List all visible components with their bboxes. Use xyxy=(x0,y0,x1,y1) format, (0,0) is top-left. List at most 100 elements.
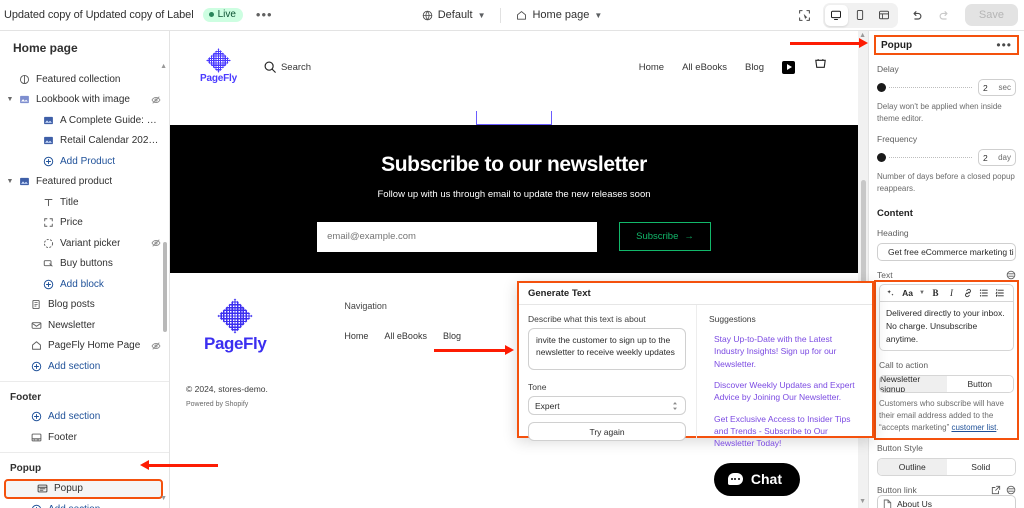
heading-input[interactable]: Get free eCommerce marketing ti xyxy=(877,243,1016,261)
live-label: Live xyxy=(217,9,236,20)
link-icon[interactable] xyxy=(960,286,975,300)
chevron-down-icon[interactable]: ▼ xyxy=(4,96,16,103)
sidebar-item-a-complete-guide-how-to-se[interactable]: A Complete Guide: How To Se... xyxy=(0,110,169,131)
variant-icon xyxy=(40,238,56,249)
button-link-input[interactable]: About Us xyxy=(877,495,1016,508)
footer-powered-by[interactable]: Powered by Shopify xyxy=(186,401,248,408)
newsletter-section[interactable]: Subscribe to our newsletter Follow up wi… xyxy=(170,125,858,273)
sidebar-item-popup-selected[interactable]: Popup xyxy=(4,478,163,499)
sidebar-item-add-product[interactable]: Add Product xyxy=(0,151,169,172)
frequency-slider[interactable] xyxy=(877,153,972,163)
sidebar-item-buy-buttons[interactable]: Buy buttons xyxy=(0,254,169,275)
desktop-view-button[interactable] xyxy=(824,4,848,26)
font-size-icon[interactable]: Aa xyxy=(899,286,916,300)
undo-button[interactable] xyxy=(904,3,929,28)
sidebar-item-variant-picker[interactable]: Variant picker xyxy=(0,233,169,254)
hidden-eye-icon[interactable] xyxy=(151,341,161,351)
cta-option-newsletter-signup[interactable]: Newsletter signup xyxy=(880,376,947,393)
button-style-option-solid[interactable]: Solid xyxy=(946,459,1015,476)
delay-slider[interactable] xyxy=(877,83,972,93)
sidebar-item-newsletter[interactable]: Newsletter xyxy=(0,315,169,336)
sidebar-item-partial[interactable] xyxy=(0,62,169,69)
sidebar-item-popup-add-section[interactable]: Add section xyxy=(0,500,169,508)
theme-selector[interactable]: Default ▼ xyxy=(417,6,491,24)
header-search[interactable]: Search xyxy=(263,60,311,74)
delay-slider-knob[interactable] xyxy=(877,83,886,92)
sidebar-item-blog-posts[interactable]: Blog posts xyxy=(0,295,169,316)
fullscreen-view-button[interactable] xyxy=(873,5,896,26)
sidebar-item-label: Price xyxy=(60,217,83,229)
newsletter-subscribe-button[interactable]: Subscribe → xyxy=(619,222,711,251)
dynamic-source-icon[interactable] xyxy=(1006,270,1016,280)
scroll-down-arrow-icon[interactable]: ▼ xyxy=(160,495,167,502)
footer-link-all-ebooks[interactable]: All eBooks xyxy=(384,331,427,341)
magic-icon[interactable] xyxy=(883,286,898,300)
hidden-eye-icon[interactable] xyxy=(151,95,161,105)
sidebar-item-add-block[interactable]: Add block xyxy=(0,274,169,295)
tone-select[interactable]: Expert xyxy=(528,396,686,415)
bold-icon[interactable]: B xyxy=(928,286,943,300)
image-icon xyxy=(40,135,56,146)
suggestion-item[interactable]: Get Exclusive Access to Insider Tips and… xyxy=(709,413,863,450)
nav-link-all-ebooks[interactable]: All eBooks xyxy=(682,62,727,73)
cart-icon[interactable] xyxy=(813,57,828,77)
mobile-view-button[interactable] xyxy=(849,5,872,26)
sidebar-item-add-section[interactable]: Add section xyxy=(0,356,169,377)
suggestion-item[interactable]: Discover Weekly Updates and Expert Advic… xyxy=(709,379,863,404)
sidebar-item-price[interactable]: Price xyxy=(0,213,169,234)
dynamic-source-icon[interactable] xyxy=(1006,485,1016,495)
popup-settings-more-button[interactable]: ••• xyxy=(996,39,1012,51)
try-again-button[interactable]: Try again xyxy=(528,422,686,441)
chevron-down-icon[interactable]: ▼ xyxy=(4,178,16,185)
footer-link-home[interactable]: Home xyxy=(344,331,368,341)
frequency-slider-knob[interactable] xyxy=(877,153,886,162)
store-logo[interactable]: PageFly xyxy=(200,48,237,84)
save-button[interactable]: Save xyxy=(964,4,1018,26)
numbered-list-icon[interactable] xyxy=(992,286,1007,300)
scroll-up-arrow-icon[interactable]: ▲ xyxy=(160,63,167,70)
sidebar-scroll-thumb[interactable] xyxy=(163,242,167,332)
suggestion-item[interactable]: Stay Up-to-Date with the Latest Industry… xyxy=(709,333,863,370)
sidebar-item-retail-calendar-2023-the-ulti[interactable]: Retail Calendar 2023: The Ulti... xyxy=(0,131,169,152)
hidden-eye-icon[interactable] xyxy=(151,238,161,248)
footer-link-blog[interactable]: Blog xyxy=(443,331,461,341)
footer-logo[interactable]: PageFly xyxy=(204,298,267,354)
plus-circle-icon xyxy=(28,361,44,372)
redo-button[interactable] xyxy=(932,3,957,28)
popup-settings-header: Popup ••• xyxy=(874,35,1019,55)
rich-text-toolbar: Aa ▼ B I xyxy=(879,284,1014,302)
arrow-right-icon: → xyxy=(684,231,694,242)
external-link-icon[interactable] xyxy=(991,485,1001,495)
cta-option-button[interactable]: Button xyxy=(946,376,1013,393)
delay-value-input[interactable]: 2 sec xyxy=(978,79,1016,96)
italic-icon[interactable]: I xyxy=(944,286,959,300)
sidebar-item-featured-collection[interactable]: Featured collection xyxy=(0,69,169,90)
text-editor-content[interactable]: Delivered directly to your inbox. No cha… xyxy=(879,302,1014,352)
button-style-option-outline[interactable]: Outline xyxy=(878,459,947,476)
bullet-list-icon[interactable] xyxy=(976,286,991,300)
youtube-icon[interactable] xyxy=(782,60,795,74)
live-dot-icon xyxy=(208,12,214,17)
sidebar-item-pagefly-home-page[interactable]: PageFly Home Page xyxy=(0,336,169,357)
frequency-value-input[interactable]: 2 day xyxy=(978,149,1016,166)
page-selector[interactable]: Home page ▼ xyxy=(511,6,607,24)
customer-list-link[interactable]: customer list xyxy=(951,423,996,432)
newsletter-email-input[interactable] xyxy=(317,221,598,252)
scroll-down-arrow-icon[interactable]: ▼ xyxy=(859,498,866,505)
more-options-button[interactable]: ••• xyxy=(252,8,277,21)
describe-textarea[interactable] xyxy=(528,328,686,370)
generate-text-header: Generate Text xyxy=(519,283,872,305)
chat-widget-button[interactable]: Chat xyxy=(713,463,800,496)
sidebar-scrollbar[interactable]: ▲ ▼ xyxy=(160,63,167,502)
sidebar-item-featured-product[interactable]: ▼ Featured product xyxy=(0,172,169,193)
sidebar-item-footer[interactable]: Footer xyxy=(0,427,169,448)
text-editor-highlighted: Aa ▼ B I Delivered directly to your inbo… xyxy=(874,280,1019,441)
sidebar-item-add-section[interactable]: Add section xyxy=(0,407,169,428)
nav-link-home[interactable]: Home xyxy=(639,62,664,73)
header-nav: Home All eBooks Blog xyxy=(639,57,828,77)
chevron-down-icon[interactable]: ▼ xyxy=(917,286,927,300)
sidebar-item-title[interactable]: Title xyxy=(0,192,169,213)
inspector-icon[interactable] xyxy=(792,3,817,28)
sidebar-item-lookbook-with-image[interactable]: ▼ Lookbook with image xyxy=(0,90,169,111)
nav-link-blog[interactable]: Blog xyxy=(745,62,764,73)
